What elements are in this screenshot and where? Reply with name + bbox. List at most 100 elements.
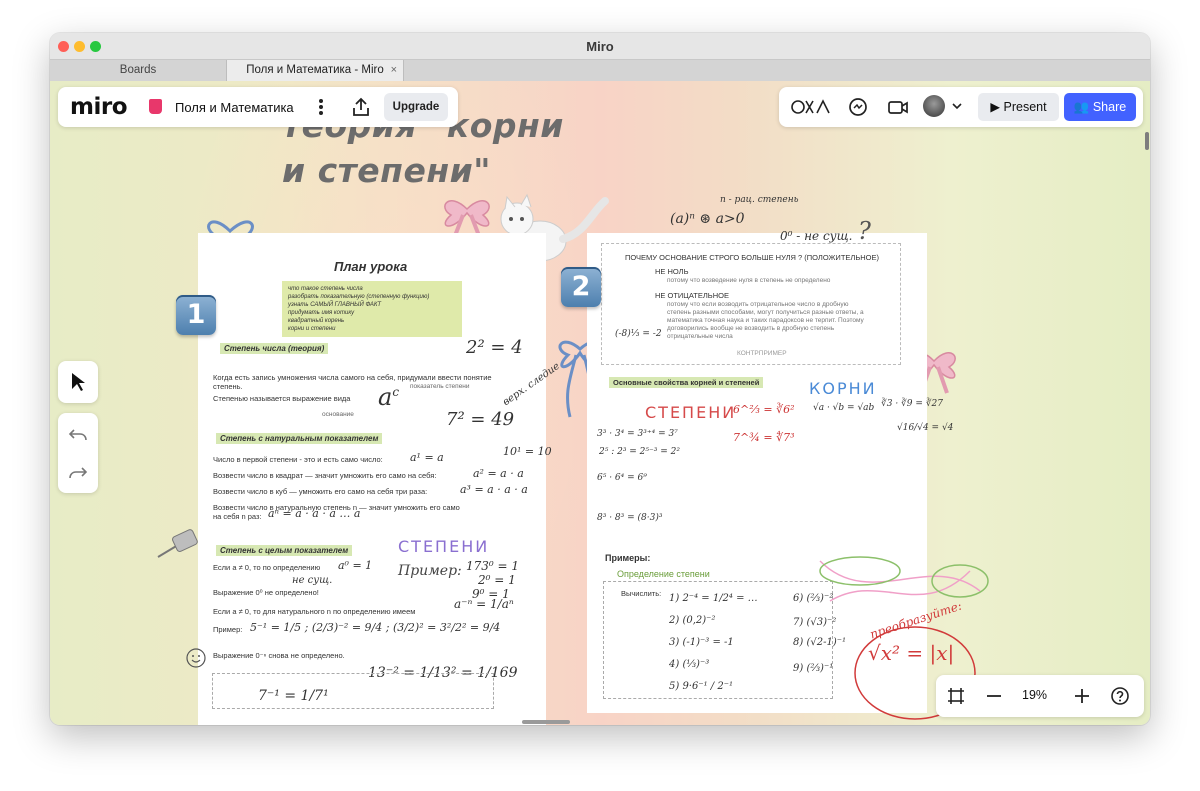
share-label: Share [1092, 100, 1127, 114]
handwritten-formula: 7^¾ = ∜7³ [733, 431, 795, 444]
text-line: Выражение 0⁰ не определено! [213, 588, 319, 597]
board-emoji-icon[interactable] [149, 99, 162, 114]
vertical-scrollbar[interactable] [1145, 132, 1149, 150]
text-line: Если a ≠ 0, то по определению [213, 563, 321, 572]
handwritten-formula: 4) (⅓)⁻³ [669, 659, 710, 670]
worksheet-page-1[interactable]: что такое степень числа разобрать показа… [198, 233, 562, 725]
share-button[interactable]: 👥 Share [1064, 93, 1136, 121]
formula: 5⁻¹ = 1/5 ; (2/3)⁻² = 9/4 ; (3/2)² = 3²/… [250, 621, 501, 634]
handwritten-formula: √a · √b = √ab [813, 403, 875, 413]
window-title: Miro [586, 39, 614, 54]
lesson-item: узнать САМЫЙ ГЛАВНЫЙ ФАКТ [288, 302, 382, 308]
answer-text: потому что если возводить отрицательное … [667, 301, 864, 340]
miro-logo[interactable]: miro [70, 94, 128, 120]
handwritten-formula: 8) (√2-1)⁻¹ [793, 637, 847, 648]
pink-pencil-scribble [819, 556, 989, 602]
handwritten-formula: ∛3 · ∛9 = ∛27 [881, 399, 943, 409]
fit-to-screen-icon[interactable] [946, 686, 966, 706]
upgrade-button[interactable]: Upgrade [384, 93, 448, 121]
horizontal-scrollbar[interactable] [522, 720, 570, 724]
text-line: Степенью называется выражение вида [213, 394, 351, 403]
reactions-icon[interactable] [791, 97, 831, 117]
more-options-icon[interactable] [312, 96, 330, 118]
handwritten-heading: СТЕПЕНИ [398, 537, 490, 556]
handwritten-label: Пример: [398, 563, 462, 579]
definition-heading: Определение степени [617, 569, 710, 579]
formula: aⁿ = a · a · a … a [268, 507, 361, 520]
examples-label: Примеры: [605, 553, 651, 563]
handwritten-formula: 2² = 4 [466, 337, 523, 358]
page-number-badge-2: 2 [561, 267, 601, 307]
handwritten-formula: 7² = 49 [446, 409, 515, 430]
handwritten-note: 0⁰ - не сущ. [780, 229, 853, 243]
text-line: Выражение 0⁻ⁿ снова не определено. [213, 651, 345, 660]
exponent-label: показатель степени [410, 383, 470, 390]
text-line: степень. [213, 382, 243, 391]
base-label: основание [322, 411, 354, 418]
history-panel [58, 413, 98, 493]
power-expression: ac [378, 383, 400, 411]
formula: a² = a · a [473, 467, 524, 480]
formula: a⁰ = 1 [338, 559, 373, 572]
text-line: на себя n раз: [213, 512, 262, 521]
handwritten-formula: 3) (-1)⁻³ = -1 [669, 637, 734, 648]
handwritten-note: n - рац. степень [720, 195, 799, 205]
board-canvas[interactable]: теория "корни и степени" [50, 81, 1150, 725]
section-title: Степень числа (теория) [220, 343, 329, 354]
present-button[interactable]: ▶ Present [978, 93, 1059, 121]
undo-icon[interactable] [68, 425, 88, 443]
zoom-in-icon[interactable] [1072, 686, 1092, 706]
section-title: Основные свойства корней и степеней [609, 377, 764, 388]
calc-label: Вычислить: [621, 589, 662, 598]
handwritten-formula: 1) 2⁻⁴ = 1/2⁴ = … [669, 593, 758, 604]
video-call-icon[interactable] [887, 96, 909, 118]
tab-board-active[interactable]: Поля и Математика - Miro × [227, 60, 404, 81]
handwritten-formula: 173⁰ = 1 [466, 559, 520, 573]
page-number-badge-1: 1 [176, 295, 216, 335]
question-title: ПОЧЕМУ ОСНОВАНИЕ СТРОГО БОЛЬШЕ НУЛЯ ? (П… [625, 253, 880, 262]
handwritten-formula: (-8)⅓ = -2 [615, 329, 662, 339]
formula: a³ = a · a · a [460, 483, 528, 496]
zoom-controls: 19% [936, 675, 1144, 717]
handwritten-heading: КОРНИ [809, 379, 877, 398]
handwritten-note: не сущ. [292, 575, 333, 586]
handwritten-formula: (a)ⁿ ⊛ a>0 [670, 211, 745, 227]
tab-label: Поля и Математика - Miro [246, 64, 384, 76]
formula: a¹ = a [410, 451, 444, 464]
user-avatar[interactable] [923, 95, 945, 117]
select-tool-panel [58, 361, 98, 403]
close-tab-icon[interactable]: × [391, 60, 397, 80]
board-name[interactable]: Поля и Математика [175, 100, 294, 115]
lesson-plan-list: что такое степень числа разобрать показа… [282, 281, 462, 337]
lesson-item: что такое степень числа [288, 286, 363, 292]
pushpin-sticker[interactable] [156, 529, 204, 561]
help-icon[interactable] [1110, 686, 1130, 706]
answer-text: потому что возведение нуля в степень не … [667, 277, 831, 284]
chevron-down-icon[interactable] [951, 99, 963, 113]
present-label: Present [1003, 100, 1047, 114]
collaboration-toolbar: ▶ Present 👥 Share [779, 87, 1143, 127]
export-share-icon[interactable] [350, 96, 372, 118]
browser-window: Miro Boards Поля и Математика - Miro × т… [50, 33, 1150, 725]
question-mark-doodle: ? [858, 217, 871, 245]
comments-icon[interactable] [847, 96, 869, 118]
board-header-toolbar: miro Поля и Математика Upgrade [58, 87, 458, 127]
redo-icon[interactable] [68, 463, 88, 481]
board-title-line2: и степени" [282, 151, 491, 190]
handwritten-formula: 6⁵ · 6⁴ = 6⁹ [597, 473, 647, 483]
zoom-out-icon[interactable] [984, 686, 1004, 706]
text-line: Если a ≠ 0, то для натурального n по опр… [213, 607, 416, 616]
tab-boards[interactable]: Boards [50, 60, 227, 81]
cursor-select-icon[interactable] [68, 371, 88, 393]
handwritten-formula: 5) 9·6⁻¹ / 2⁻¹ [669, 681, 734, 692]
section-title: Степень с целым показателем [216, 545, 353, 556]
section-title: Степень с натуральным показателем [216, 433, 383, 444]
text-line: Возвести число в куб — умножить его само… [213, 487, 428, 496]
answer-heading: НЕ ОТИЦАТЕЛЬНОЕ [655, 291, 729, 300]
handwritten-formula: 9) (⅔)⁻¹ [793, 663, 834, 674]
text-line: Когда есть запись умножения числа самого… [213, 373, 492, 382]
lesson-plan-title: План урока [334, 259, 408, 274]
handwritten-formula: 2⁰ = 1 [478, 573, 516, 587]
zoom-level[interactable]: 19% [1022, 688, 1047, 702]
text-line: Число в первой степени - это и есть само… [213, 455, 383, 464]
